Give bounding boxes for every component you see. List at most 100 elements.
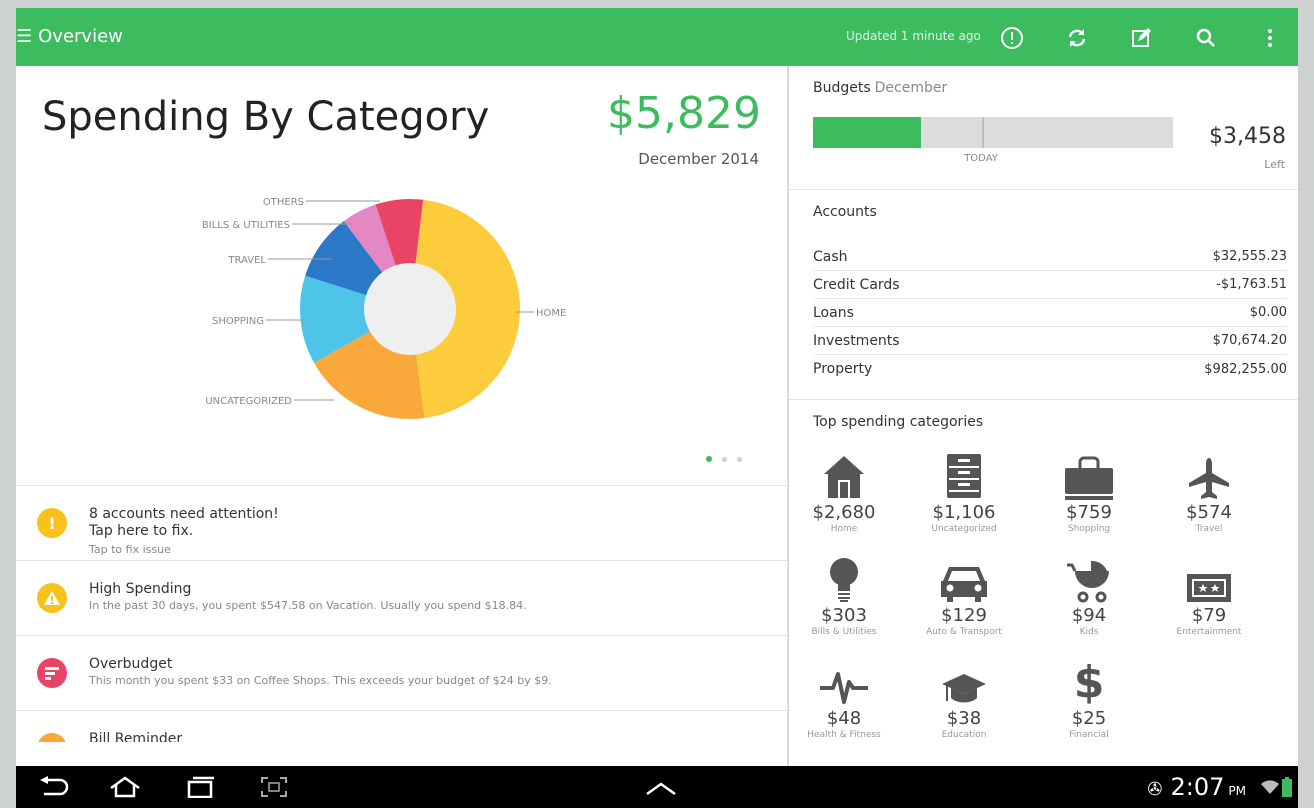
account-value: $70,674.20 bbox=[1212, 333, 1287, 348]
overview-nav[interactable]: ☰ Overview bbox=[16, 26, 123, 47]
category-education[interactable]: $38 Education bbox=[909, 656, 1019, 740]
screenshot-icon[interactable] bbox=[260, 776, 288, 802]
account-name: Credit Cards bbox=[813, 276, 900, 293]
account-row-cash[interactable]: Cash $32,555.23 bbox=[813, 243, 1287, 271]
overbudget-icon bbox=[37, 658, 67, 688]
category-label: Bills & Utilities bbox=[811, 627, 877, 637]
system-nav-bar: ✇ 2:07 PM bbox=[16, 766, 1298, 808]
updated-status: Updated 1 minute ago bbox=[846, 29, 981, 43]
account-row-loans[interactable]: Loans $0.00 bbox=[813, 299, 1287, 327]
alert-overbudget[interactable]: Overbudget This month you spent $33 on C… bbox=[16, 635, 788, 710]
pie-label: OTHERS bbox=[263, 197, 304, 208]
category-label: Shopping bbox=[1067, 524, 1111, 534]
alert-title: 8 accounts need attention! bbox=[89, 506, 279, 522]
budget-progress-fill bbox=[813, 117, 921, 148]
alerts-list: ! 8 accounts need attention! Tap here to… bbox=[16, 485, 788, 742]
category-label: Travel bbox=[1195, 524, 1223, 534]
car-icon bbox=[909, 553, 1019, 603]
heartbeat-icon bbox=[789, 656, 899, 706]
back-icon[interactable] bbox=[38, 776, 72, 802]
page-dot[interactable] bbox=[706, 456, 712, 462]
category-label: Entertainment bbox=[1176, 627, 1242, 637]
account-value: $982,255.00 bbox=[1204, 361, 1287, 377]
category-label: Uncategorized bbox=[931, 524, 997, 534]
account-row-property[interactable]: Property $982,255.00 bbox=[813, 355, 1287, 383]
account-name: Cash bbox=[813, 248, 848, 265]
globe-icon: ✇ bbox=[1147, 779, 1163, 800]
budgets-title: Budgets December bbox=[813, 80, 947, 96]
account-name: Loans bbox=[813, 304, 854, 321]
search-icon[interactable] bbox=[1193, 25, 1219, 51]
budgets-section[interactable]: Budgets December TODAY $3,458 Left bbox=[789, 66, 1298, 190]
donut-hole bbox=[364, 263, 456, 355]
category-label: Home bbox=[830, 524, 858, 534]
account-name: Property bbox=[813, 361, 873, 377]
category-uncategorized[interactable]: $1,106 Uncategorized bbox=[909, 450, 1019, 534]
category-entertainment[interactable]: $79 Entertainment bbox=[1154, 553, 1264, 637]
category-amount: $303 bbox=[821, 605, 867, 626]
category-label: Education bbox=[941, 730, 987, 740]
compose-icon[interactable] bbox=[1128, 25, 1154, 51]
category-amount: $25 bbox=[1071, 708, 1107, 729]
clock-ampm: PM bbox=[1228, 784, 1246, 798]
page-indicator[interactable] bbox=[706, 456, 742, 462]
account-value: $32,555.23 bbox=[1212, 249, 1287, 264]
home-button-icon[interactable] bbox=[108, 776, 142, 802]
screen: ☰ Overview Updated 1 minute ago Spending… bbox=[0, 0, 1314, 808]
category-amount: $574 bbox=[1186, 502, 1232, 523]
pie-label: SHOPPING bbox=[212, 316, 264, 327]
category-bills-utilities[interactable]: $303 Bills & Utilities bbox=[789, 553, 899, 637]
category-home[interactable]: $2,680 Home bbox=[789, 450, 899, 534]
accounts-section: Accounts Cash $32,555.23 Credit Cards -$1,… bbox=[789, 190, 1298, 400]
airplane-icon bbox=[1154, 450, 1264, 500]
category-kids[interactable]: $94 Kids bbox=[1034, 553, 1144, 637]
category-health-fitness[interactable]: $48 Health & Fitness bbox=[789, 656, 899, 740]
spending-pie-chart[interactable]: HOME UNCATEGORIZED SHOPPING TRAVEL BILLS & U… bbox=[16, 66, 788, 476]
home-icon bbox=[789, 450, 899, 500]
warning-icon bbox=[37, 583, 67, 613]
budget-today-marker bbox=[982, 117, 985, 148]
alert-icon[interactable] bbox=[999, 25, 1025, 51]
account-value: $0.00 bbox=[1249, 305, 1287, 320]
alert-accounts-attention[interactable]: ! 8 accounts need attention! Tap here to… bbox=[16, 485, 788, 560]
category-label: Financial bbox=[1069, 730, 1109, 740]
chevron-up-icon[interactable] bbox=[644, 780, 678, 800]
stroller-icon bbox=[1034, 553, 1144, 603]
alert-subtitle: Tap to fix issue bbox=[89, 543, 171, 556]
account-row-credit-cards[interactable]: Credit Cards -$1,763.51 bbox=[813, 271, 1287, 299]
pie-label: UNCATEGORIZED bbox=[205, 396, 292, 407]
category-amount: $1,106 bbox=[932, 502, 996, 523]
category-amount: $2,680 bbox=[812, 502, 876, 523]
alert-title: High Spending bbox=[89, 581, 192, 597]
overflow-menu-icon[interactable] bbox=[1257, 25, 1283, 51]
page-dot[interactable] bbox=[722, 456, 727, 462]
account-value: -$1,763.51 bbox=[1216, 277, 1287, 292]
category-financial[interactable]: $ $25 Financial bbox=[1034, 656, 1144, 741]
dollar-icon: $ bbox=[1073, 657, 1105, 708]
page-dot[interactable] bbox=[737, 456, 742, 462]
alert-subtitle: In the past 30 days, you spent $547.58 o… bbox=[89, 599, 527, 612]
budgets-month: December bbox=[874, 80, 948, 96]
drawer-menu-icon[interactable]: ☰ bbox=[16, 26, 32, 47]
clock-time: 2:07 bbox=[1170, 773, 1225, 801]
alert-high-spending[interactable]: High Spending In the past 30 days, you s… bbox=[16, 560, 788, 635]
alert-subtitle: This month you spent $33 on Coffee Shops… bbox=[89, 674, 552, 687]
category-travel[interactable]: $574 Travel bbox=[1154, 450, 1264, 534]
category-label: Kids bbox=[1079, 627, 1099, 637]
top-spending-section: Top spending categories $2,680 Home $1,1… bbox=[789, 400, 1298, 766]
pie-label: HOME bbox=[536, 308, 566, 319]
category-shopping[interactable]: $759 Shopping bbox=[1034, 450, 1144, 534]
alert-bill-reminder[interactable]: Bill Reminder bbox=[16, 710, 788, 742]
budget-left-label: Left bbox=[1264, 158, 1285, 171]
cabinet-icon bbox=[909, 450, 1019, 500]
sync-icon[interactable] bbox=[1064, 25, 1090, 51]
budget-left-amount: $3,458 bbox=[1209, 124, 1286, 149]
alert-title: Overbudget bbox=[89, 656, 173, 672]
battery-icon bbox=[1282, 777, 1292, 801]
recent-apps-icon[interactable] bbox=[186, 776, 216, 802]
category-amount: $129 bbox=[941, 605, 987, 626]
exclamation-icon: ! bbox=[37, 508, 67, 538]
account-row-investments[interactable]: Investments $70,674.20 bbox=[813, 327, 1287, 355]
category-auto-transport[interactable]: $129 Auto & Transport bbox=[909, 553, 1019, 637]
ticket-icon bbox=[1154, 553, 1264, 603]
